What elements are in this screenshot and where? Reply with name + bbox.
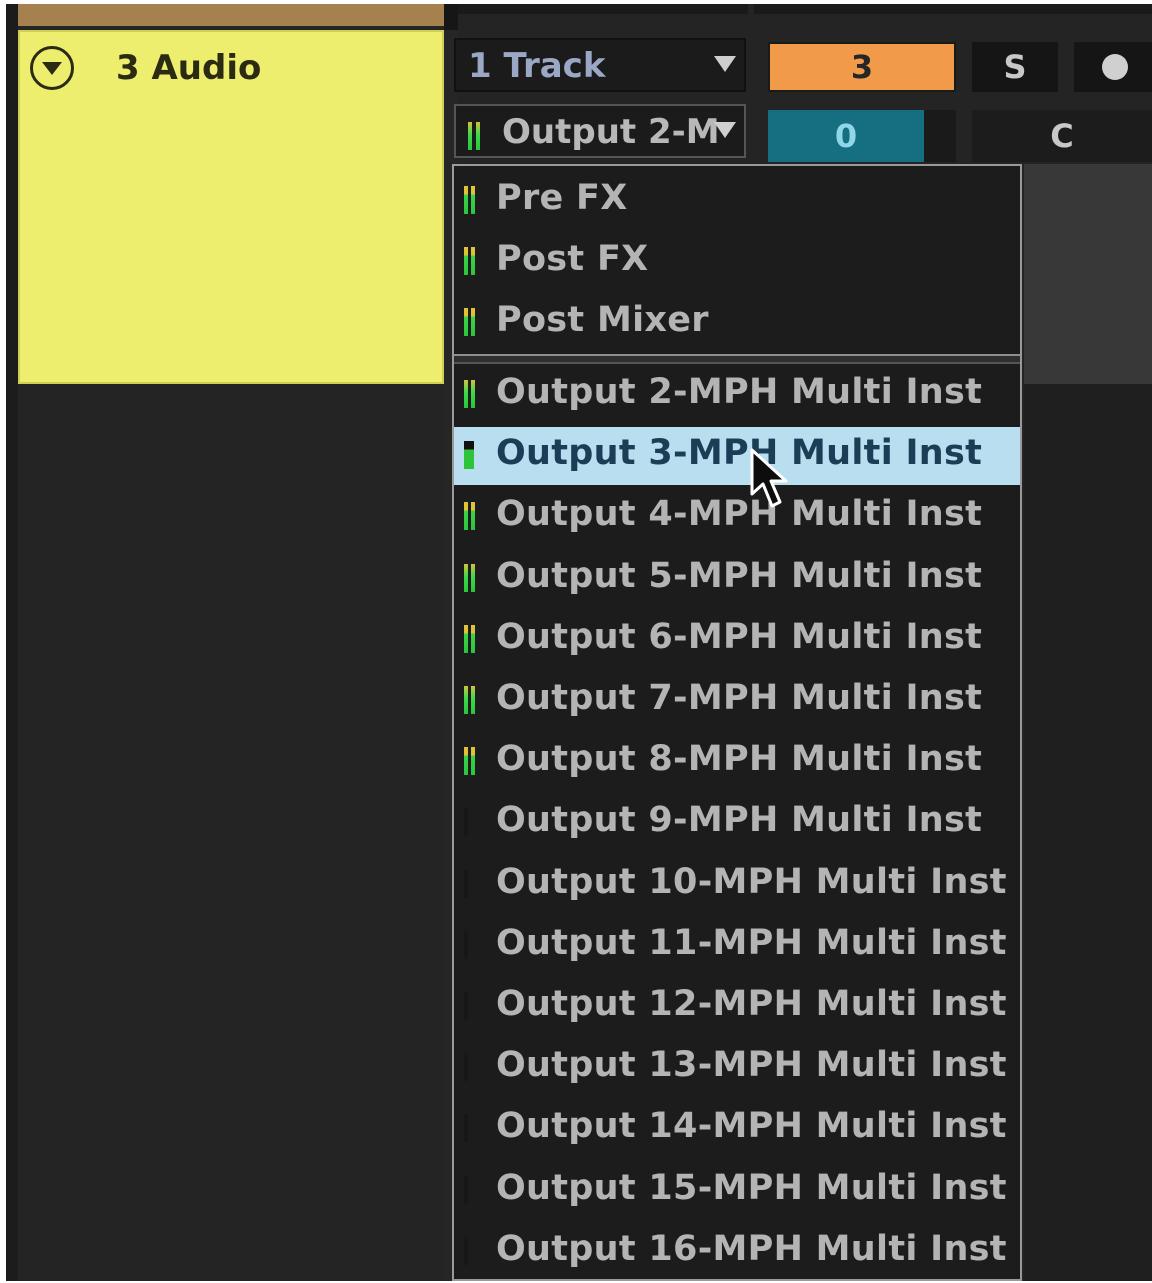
menu-item[interactable]: Output 10-MPH Multi Inst [454, 856, 1020, 914]
level-meter-icon [471, 308, 475, 336]
level-meter-icon [468, 122, 472, 150]
menu-item-label: Post FX [496, 239, 649, 279]
menu-item-label: Output 2-MPH Multi Inst [496, 372, 983, 412]
menu-item-label: Output 12-MPH Multi Inst [496, 984, 1007, 1024]
chevron-down-icon [714, 56, 736, 72]
output-channel-chooser[interactable]: Output 2-M [454, 104, 746, 158]
level-meter-icon [464, 1175, 468, 1204]
ableton-session-view: 3 Audio 1 Track Output 2-M 3 S 0 C Pre F… [6, 4, 1152, 1281]
menu-item[interactable]: Pre FX [454, 172, 1020, 230]
level-meter-icon [471, 186, 475, 214]
left-divider [6, 4, 18, 1281]
menu-item[interactable]: Post FX [454, 233, 1020, 291]
crossfade-label: C [1050, 117, 1074, 155]
output-channel-label: Output 2-M [502, 112, 720, 152]
menu-item[interactable]: Output 5-MPH Multi Inst [454, 550, 1020, 608]
menu-item[interactable]: Output 16-MPH Multi Inst [454, 1223, 1020, 1281]
level-meter-icon [464, 992, 468, 1020]
menu-item[interactable]: Output 14-MPH Multi Inst [454, 1100, 1020, 1158]
menu-item[interactable]: Output 2-MPH Multi Inst [454, 366, 1020, 424]
menu-item[interactable]: Output 15-MPH Multi Inst [454, 1162, 1020, 1220]
mouse-pointer-icon [750, 448, 788, 508]
menu-item-label: Output 8-MPH Multi Inst [496, 739, 983, 780]
level-meter-icon [471, 247, 475, 275]
track-pan[interactable]: 0 [768, 110, 956, 162]
menu-item-label: Output 3-MPH Multi Inst [496, 433, 983, 474]
solo-button[interactable]: S [972, 42, 1058, 92]
level-meter-icon [464, 186, 468, 214]
crossfade-assign-button[interactable]: C [972, 110, 1152, 162]
menu-item[interactable]: Output 7-MPH Multi Inst [454, 672, 1020, 730]
level-meter-icon [464, 308, 468, 336]
level-meter-icon [471, 502, 475, 531]
level-meter-icon [471, 563, 475, 592]
track-volume-value: 3 [850, 48, 874, 86]
track-header[interactable]: 3 Audio [18, 30, 444, 384]
menu-item-label: Output 11-MPH Multi Inst [496, 922, 1007, 963]
menu-item-label: Output 5-MPH Multi Inst [496, 555, 983, 596]
level-meter-icon [464, 563, 468, 592]
track-pan-value: 0 [834, 117, 858, 155]
menu-item[interactable]: Output 6-MPH Multi Inst [454, 611, 1020, 669]
level-meter-icon [464, 808, 468, 837]
menu-item-label: Output 14-MPH Multi Inst [496, 1106, 1007, 1147]
menu-item[interactable]: Output 8-MPH Multi Inst [454, 733, 1020, 791]
level-meter-icon [464, 247, 468, 275]
menu-item-label: Output 13-MPH Multi Inst [496, 1045, 1007, 1086]
menu-item[interactable]: Output 9-MPH Multi Inst [454, 794, 1020, 852]
menu-item-label: Output 15-MPH Multi Inst [496, 1167, 1007, 1208]
menu-item-label: Output 7-MPH Multi Inst [496, 678, 983, 718]
track-volume[interactable]: 3 [768, 42, 956, 92]
level-meter-icon [471, 686, 475, 714]
menu-item-label: Output 10-MPH Multi Inst [496, 861, 1007, 902]
solo-label: S [1003, 48, 1027, 86]
level-meter-icon [464, 869, 468, 898]
menu-item[interactable]: Output 11-MPH Multi Inst [454, 917, 1020, 975]
divider [444, 4, 458, 30]
input-type-label: 1 Track [468, 46, 606, 86]
output-dropdown-menu[interactable]: Pre FX Post FX Post Mixer Output 2-MPH Mult… [452, 164, 1022, 1281]
menu-item-label: Output 6-MPH Multi Inst [496, 616, 983, 657]
track-color-bar [18, 4, 444, 26]
level-meter-icon [464, 1236, 468, 1265]
record-arm-button[interactable] [1074, 42, 1152, 92]
menu-item-label: Output 16-MPH Multi Inst [496, 1228, 1007, 1269]
track-name[interactable]: 3 Audio [116, 48, 261, 88]
chevron-down-icon [714, 122, 736, 138]
level-meter-icon [464, 1114, 468, 1143]
level-meter-icon [464, 930, 468, 959]
menu-item[interactable]: Output 3-MPH Multi Inst [454, 427, 1020, 486]
mixer-area [1024, 164, 1152, 384]
mixer-area-lower [1024, 384, 1152, 1281]
io-top-strip [458, 4, 748, 14]
level-meter-icon [464, 502, 468, 531]
menu-separator [454, 354, 1020, 364]
menu-item[interactable]: Output 4-MPH Multi Inst [454, 488, 1020, 546]
menu-item[interactable]: Output 13-MPH Multi Inst [454, 1039, 1020, 1097]
input-type-chooser[interactable]: 1 Track [454, 38, 746, 92]
menu-item-label: Output 9-MPH Multi Inst [496, 800, 983, 841]
level-meter-icon [471, 624, 475, 653]
level-meter-icon [464, 441, 474, 470]
level-meter-icon [464, 686, 468, 714]
pan-fill: 0 [768, 110, 924, 162]
fold-toggle-icon[interactable] [30, 46, 74, 90]
level-meter-icon [464, 1053, 468, 1082]
menu-item[interactable]: Output 12-MPH Multi Inst [454, 978, 1020, 1036]
level-meter-icon [476, 122, 480, 150]
level-meter-icon [471, 747, 475, 776]
menu-item-label: Post Mixer [496, 300, 709, 340]
menu-item[interactable]: Post Mixer [454, 294, 1020, 352]
menu-item-label: Output 4-MPH Multi Inst [496, 494, 983, 535]
level-meter-icon [464, 624, 468, 653]
menu-item-label: Pre FX [496, 178, 628, 218]
level-meter-icon [464, 747, 468, 776]
level-meter-icon [464, 380, 468, 408]
level-meter-icon [471, 380, 475, 408]
mixer-top-strip [754, 4, 1152, 14]
